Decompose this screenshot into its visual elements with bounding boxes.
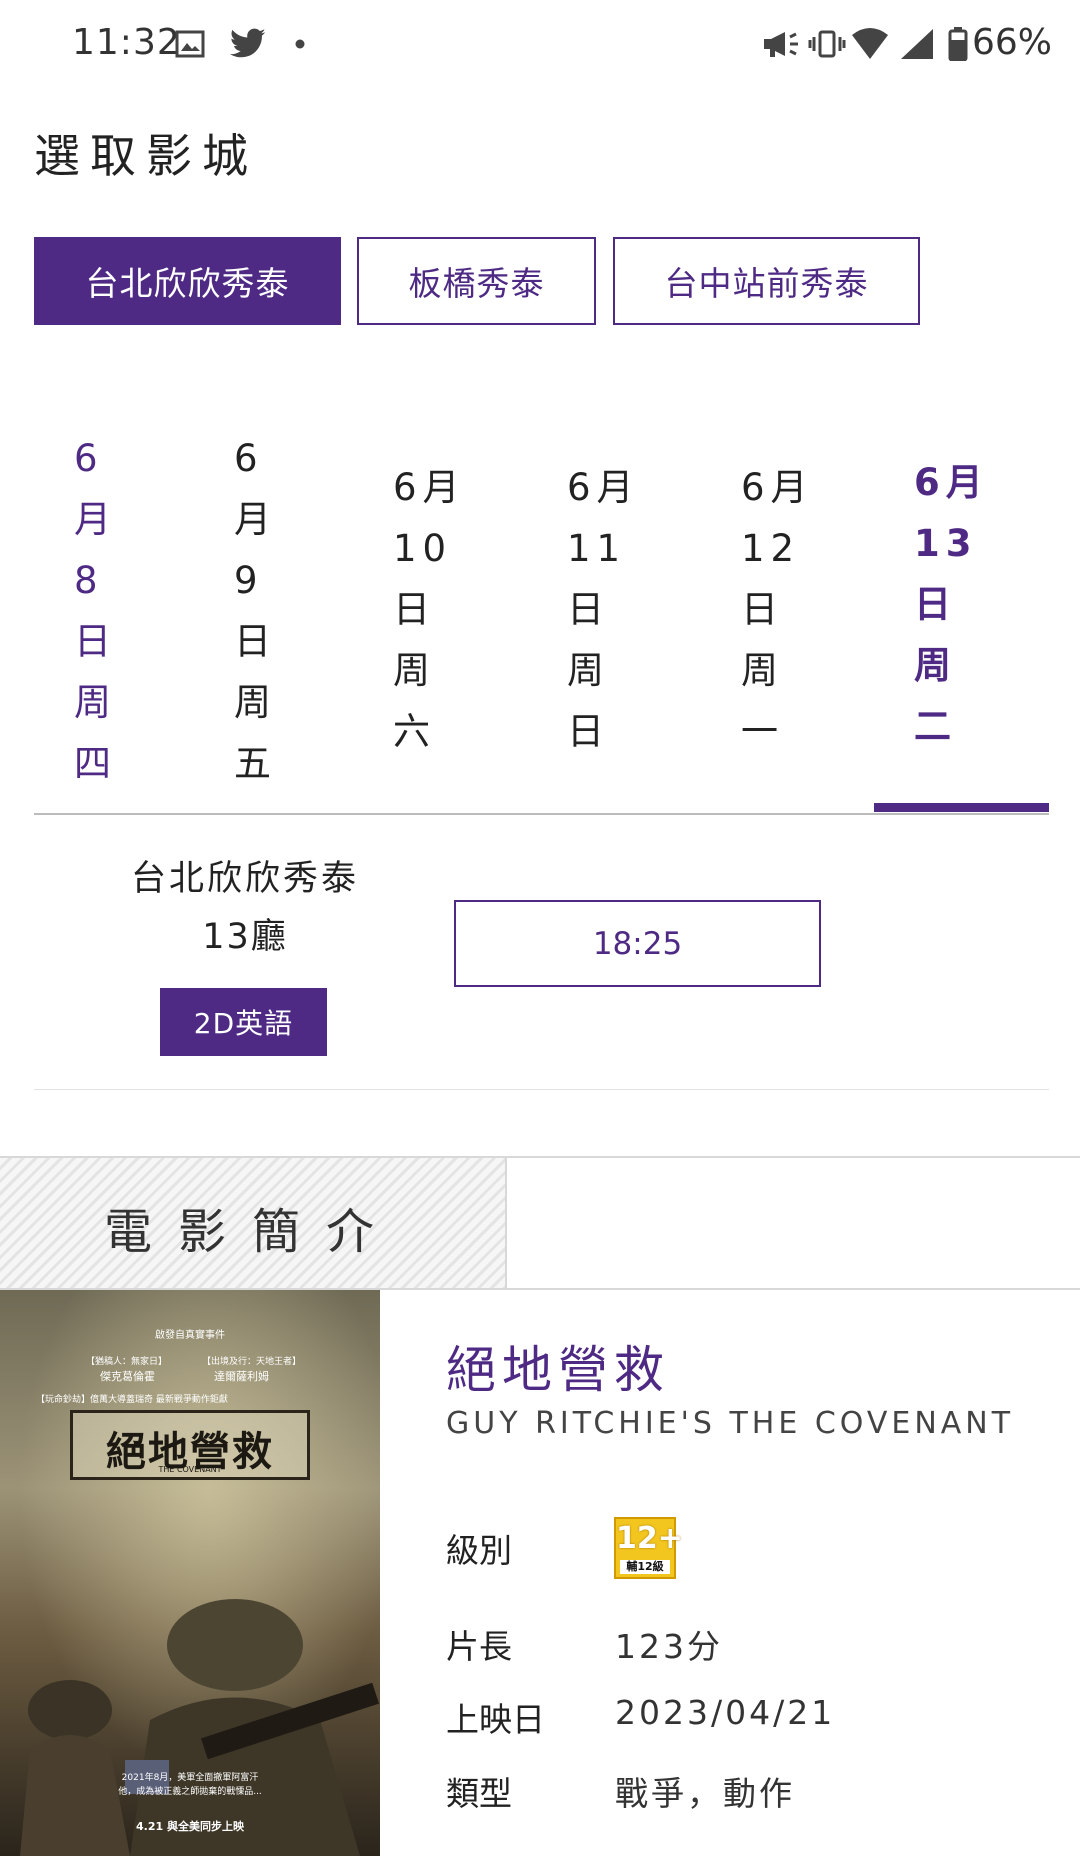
- date-line: 6: [234, 437, 264, 480]
- poster-title-box: 絕地營救 THE COVENANT: [70, 1410, 310, 1480]
- cinema-tab-taichung[interactable]: 台中站前秀泰: [613, 237, 920, 325]
- battery-percent: 66%: [972, 22, 1053, 63]
- wifi-icon: [848, 24, 892, 64]
- rating-badge-text: 輔12級: [620, 1560, 670, 1574]
- status-time: 11:32: [72, 22, 181, 63]
- page-title: 選取影城: [34, 129, 258, 183]
- date-line: 6月: [741, 466, 814, 509]
- date-line: 8: [74, 559, 104, 602]
- date-line: 周: [567, 649, 610, 692]
- poster-tagline: 啟發自真實事件: [155, 1330, 225, 1341]
- date-tabs-divider: [34, 813, 1049, 815]
- date-line: 月: [74, 498, 117, 541]
- movie-title-en: GUY RITCHIE'S THE COVENANT: [446, 1406, 1015, 1441]
- length-value: 123分: [615, 1627, 723, 1666]
- rating-badge-number: 12+: [616, 1521, 683, 1556]
- signal-icon: [896, 24, 938, 64]
- poster-cast-right-name: 達爾薩利姆: [214, 1370, 269, 1383]
- showtime-divider: [34, 1089, 1049, 1090]
- megaphone-icon: [760, 24, 802, 64]
- release-label: 上映日: [446, 1700, 545, 1739]
- date-tab-jun-12[interactable]: 6月 12 日 周 一: [741, 457, 814, 762]
- date-line: 一: [741, 710, 784, 753]
- date-line: 日: [74, 620, 117, 663]
- showtime-cinema-name: 台北欣欣秀泰: [130, 859, 359, 899]
- genre-label: 類型: [446, 1774, 512, 1813]
- date-line: 六: [393, 710, 436, 753]
- date-tab-jun-13[interactable]: 6月 13 日 周 二: [914, 452, 989, 757]
- poster-title-en: THE COVENANT: [158, 1465, 222, 1474]
- date-tab-jun-8[interactable]: 6 月 8 日 周 四: [74, 428, 117, 794]
- date-line: 五: [234, 742, 277, 785]
- rating-label: 級別: [446, 1531, 512, 1570]
- genre-value: 戰爭，動作: [615, 1774, 795, 1813]
- showtime-button[interactable]: 18:25: [454, 900, 821, 987]
- poster-bottom-line-2: 他，成為被正義之師拋棄的戰慄品...: [118, 1787, 262, 1797]
- date-line: 周: [74, 681, 117, 724]
- date-tab-jun-11[interactable]: 6月 11 日 周 日: [567, 457, 640, 762]
- poster-bottom-line-1: 2021年8月，美軍全面撤軍阿富汗: [121, 1773, 259, 1783]
- date-line: 二: [914, 705, 957, 748]
- twitter-icon: [228, 24, 268, 64]
- date-line: 12: [741, 527, 801, 570]
- vibrate-icon: [806, 24, 848, 64]
- dot-icon: [292, 24, 308, 64]
- release-value: 2023/04/21: [615, 1693, 836, 1732]
- cinema-tab-banqiao[interactable]: 板橋秀泰: [357, 237, 596, 325]
- date-line: 6: [74, 437, 104, 480]
- poster-release-line: 4.21 與全美同步上映: [136, 1820, 244, 1833]
- date-line: 四: [74, 742, 117, 785]
- movie-title: 絕地營救: [446, 1341, 670, 1399]
- poster-director-line: 【玩命鈔劫】億萬大導蓋瑞奇 最新戰爭動作鉅獻: [36, 1395, 228, 1405]
- date-line: 6月: [393, 466, 466, 509]
- date-line: 13: [914, 522, 978, 565]
- gallery-icon: [174, 24, 206, 64]
- poster-cast-left-role: 【猶稿人：無家日】: [86, 1357, 168, 1367]
- movie-poster: 啟發自真實事件 【猶稿人：無家日】 傑克葛倫霍 【出境及行：天地王者】 達爾薩利…: [0, 1290, 380, 1856]
- date-line: 10: [393, 527, 453, 570]
- date-line: 11: [567, 527, 627, 570]
- poster-cast-left-name: 傑克葛倫霍: [100, 1370, 155, 1383]
- synopsis-heading: 電影簡介: [104, 1204, 401, 1260]
- date-tab-jun-10[interactable]: 6月 10 日 周 六: [393, 457, 466, 762]
- length-label: 片長: [446, 1627, 512, 1666]
- status-bar: 11:32 66%: [0, 0, 1080, 92]
- date-line: 日: [567, 710, 610, 753]
- cinema-tab-taipei-xinxin[interactable]: 台北欣欣秀泰: [34, 237, 341, 325]
- date-line: 周: [393, 649, 436, 692]
- showtime-hall: 13廳: [202, 917, 288, 957]
- battery-icon: [946, 24, 970, 64]
- date-line: 周: [914, 644, 957, 687]
- selected-date-indicator: [874, 803, 1049, 812]
- date-line: 周: [741, 649, 784, 692]
- date-line: 日: [741, 588, 784, 631]
- format-badge: 2D英語: [160, 988, 327, 1056]
- rating-12-icon: 12+ 輔12級: [614, 1517, 683, 1579]
- date-tab-jun-9[interactable]: 6 月 9 日 周 五: [234, 428, 277, 794]
- date-line: 月: [234, 498, 277, 541]
- date-line: 日: [234, 620, 277, 663]
- date-line: 周: [234, 681, 277, 724]
- date-line: 9: [234, 559, 264, 602]
- date-line: 6月: [567, 466, 640, 509]
- poster-cast-right-role: 【出境及行：天地王者】: [202, 1357, 302, 1367]
- date-line: 日: [914, 583, 957, 626]
- date-line: 日: [393, 588, 436, 631]
- date-line: 日: [567, 588, 610, 631]
- date-line: 6月: [914, 461, 989, 504]
